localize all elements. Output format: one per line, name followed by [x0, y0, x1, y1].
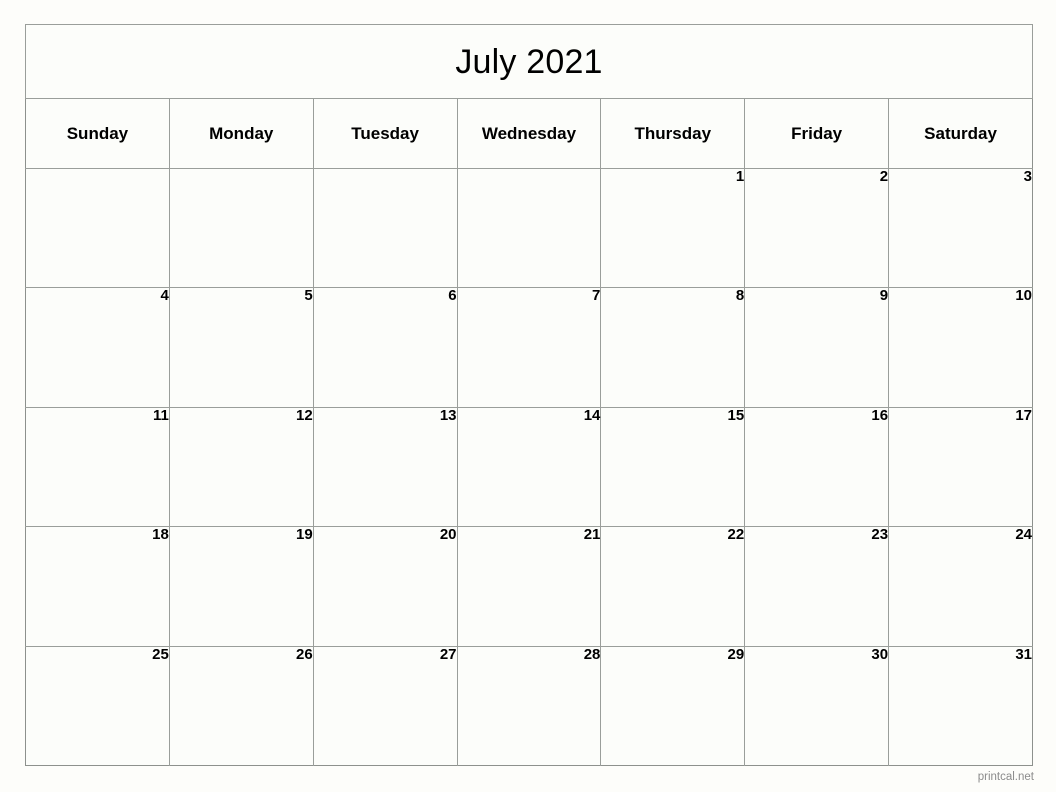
day-cell[interactable]: 16 [744, 406, 890, 528]
day-cell[interactable] [312, 167, 458, 289]
day-cell[interactable] [25, 167, 170, 289]
day-number: 16 [871, 406, 889, 424]
day-number: 26 [296, 645, 313, 663]
day-cell[interactable]: 19 [168, 526, 314, 647]
day-cell[interactable] [456, 167, 602, 289]
day-number: 20 [439, 526, 457, 544]
day-cell[interactable]: 4 [25, 287, 170, 408]
day-cell[interactable]: 6 [312, 287, 458, 408]
day-cell[interactable]: 17 [888, 406, 1033, 528]
calendar-table: July 2021 Sunday Monday Tuesday Wednesda… [25, 24, 1033, 766]
day-cell[interactable]: 7 [456, 287, 602, 408]
weekday-header-thursday: Thursday [600, 98, 746, 169]
weekday-header-sunday: Sunday [25, 98, 170, 169]
calendar-week-row: 25 26 27 28 29 30 31 [25, 645, 1033, 766]
day-number: 18 [152, 526, 169, 544]
weekday-header-friday: Friday [744, 98, 890, 169]
day-number: 10 [1015, 287, 1032, 305]
day-number: 17 [1015, 406, 1032, 424]
day-number: 11 [152, 406, 169, 424]
day-number: 8 [735, 287, 745, 305]
day-cell[interactable]: 10 [888, 287, 1033, 408]
day-cell[interactable]: 20 [312, 526, 458, 647]
day-number: 25 [152, 645, 169, 663]
day-number: 23 [871, 526, 889, 544]
day-number: 1 [735, 168, 745, 185]
day-number: 9 [879, 287, 889, 305]
day-number: 22 [727, 526, 745, 544]
day-number: 7 [592, 287, 601, 305]
weekday-header-wednesday: Wednesday [456, 98, 602, 169]
day-number: 30 [871, 645, 889, 663]
day-cell[interactable]: 21 [456, 526, 602, 647]
calendar-page: July 2021 Sunday Monday Tuesday Wednesda… [0, 0, 1056, 792]
weekday-header-saturday: Saturday [888, 98, 1033, 169]
day-cell[interactable]: 31 [888, 645, 1033, 766]
day-cell[interactable]: 2 [744, 167, 890, 289]
day-cell[interactable]: 1 [600, 167, 746, 289]
day-cell[interactable] [168, 167, 314, 289]
calendar-week-row: 4 5 6 7 8 9 10 [25, 287, 1033, 408]
day-number: 27 [439, 645, 457, 663]
day-number: 28 [583, 645, 601, 663]
day-cell[interactable]: 12 [168, 406, 314, 528]
day-cell[interactable]: 5 [168, 287, 314, 408]
day-number: 4 [160, 287, 169, 305]
day-cell[interactable]: 24 [888, 526, 1033, 647]
day-cell[interactable]: 29 [600, 645, 746, 766]
day-number: 19 [296, 526, 313, 544]
day-number [458, 169, 601, 170]
day-cell[interactable]: 22 [600, 526, 746, 647]
day-cell[interactable]: 3 [888, 167, 1033, 289]
calendar-week-row: 18 19 20 21 22 23 24 [25, 526, 1033, 647]
day-number: 15 [727, 406, 745, 424]
calendar-week-row: 11 12 13 14 15 16 17 [25, 406, 1033, 528]
day-cell[interactable]: 14 [456, 406, 602, 528]
day-cell[interactable]: 18 [25, 526, 170, 647]
footer-watermark: printcal.net [977, 771, 1034, 783]
day-cell[interactable]: 13 [312, 406, 458, 528]
day-number: 6 [448, 287, 457, 305]
day-cell[interactable]: 15 [600, 406, 746, 528]
page-title: July 2021 [455, 42, 603, 81]
day-cell[interactable]: 26 [168, 645, 314, 766]
day-number: 31 [1015, 645, 1032, 663]
calendar-title-row: July 2021 [25, 24, 1033, 99]
day-number: 12 [296, 406, 313, 424]
day-number: 24 [1015, 526, 1032, 544]
day-number [170, 169, 313, 170]
calendar-title-cell: July 2021 [25, 24, 1033, 99]
day-cell[interactable]: 23 [744, 526, 890, 647]
day-number: 21 [583, 526, 601, 544]
weekday-header-row: Sunday Monday Tuesday Wednesday Thursday… [25, 98, 1033, 169]
calendar-week-row: 1 2 3 [25, 167, 1033, 289]
day-number: 29 [727, 645, 745, 663]
day-number: 2 [879, 168, 889, 185]
day-cell[interactable]: 11 [25, 406, 170, 528]
day-cell[interactable]: 9 [744, 287, 890, 408]
day-cell[interactable]: 28 [456, 645, 602, 766]
day-number [26, 169, 169, 170]
weekday-header-monday: Monday [168, 98, 314, 169]
day-cell[interactable]: 8 [600, 287, 746, 408]
day-number [314, 169, 457, 170]
day-number: 3 [1023, 168, 1032, 185]
day-number: 13 [439, 406, 457, 424]
day-number: 5 [304, 287, 313, 305]
day-cell[interactable]: 25 [25, 645, 170, 766]
weekday-header-tuesday: Tuesday [312, 98, 458, 169]
day-cell[interactable]: 27 [312, 645, 458, 766]
day-cell[interactable]: 30 [744, 645, 890, 766]
day-number: 14 [583, 406, 601, 424]
